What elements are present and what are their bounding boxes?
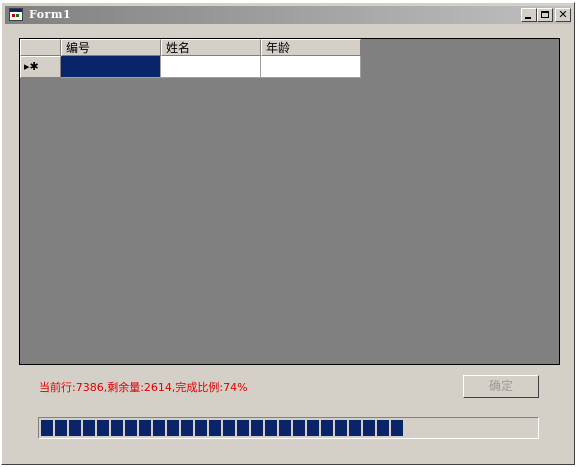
- progress-bar-fill: [41, 420, 403, 436]
- column-header-id[interactable]: 编号: [61, 39, 161, 56]
- app-icon[interactable]: [9, 8, 23, 21]
- minimize-button[interactable]: [521, 8, 537, 22]
- ok-button[interactable]: 确定: [463, 375, 539, 398]
- progress-status-label: 当前行:7386,剩余量:2614,完成比例:74%: [39, 381, 248, 394]
- column-header-age[interactable]: 年龄: [261, 39, 361, 56]
- cell-name[interactable]: [161, 56, 261, 78]
- grid-corner-header[interactable]: [20, 39, 61, 56]
- close-icon: ✕: [558, 8, 568, 21]
- minimize-icon: [525, 17, 531, 19]
- window-title: Form1: [29, 8, 72, 21]
- title-bar[interactable]: Form1 ✕: [5, 6, 571, 24]
- close-button[interactable]: ✕: [555, 8, 571, 22]
- maximize-button[interactable]: [537, 8, 553, 22]
- data-grid[interactable]: 编号 姓名 年龄 ▸✱: [19, 38, 560, 365]
- maximize-icon: [541, 11, 549, 18]
- cell-age[interactable]: [261, 56, 361, 78]
- row-header-new-row[interactable]: ▸✱: [20, 56, 61, 78]
- progress-bar: [38, 417, 539, 439]
- column-header-name[interactable]: 姓名: [161, 39, 261, 56]
- form-window: Form1 ✕ 编号 姓名 年龄 ▸✱ 当前行:7386,剩余量:2614,完成…: [1, 2, 575, 465]
- cell-id[interactable]: [61, 56, 161, 78]
